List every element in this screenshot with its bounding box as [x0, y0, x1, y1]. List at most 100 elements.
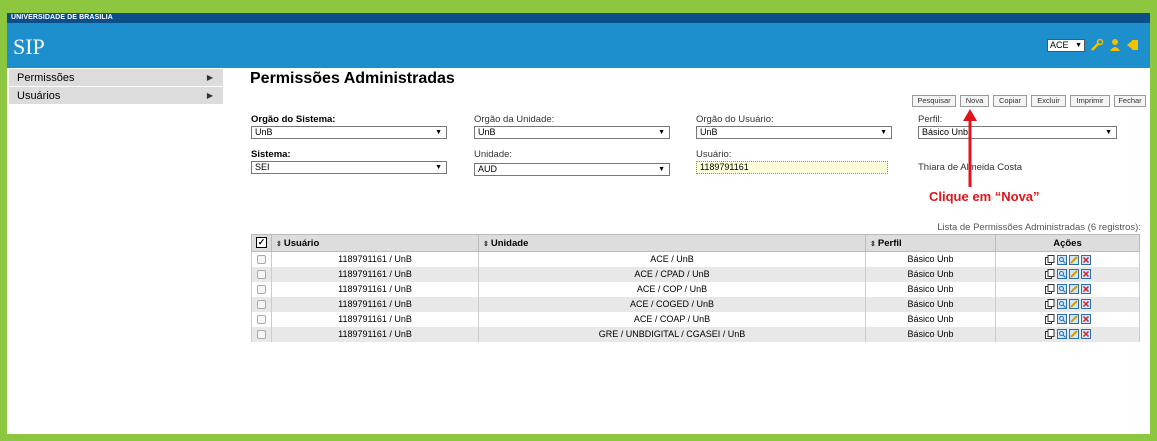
usuario-cell: 1189791161 / UnB	[271, 251, 479, 267]
usuario-cell: 1189791161 / UnB	[271, 281, 479, 297]
unidade-label: Unidade:	[474, 149, 513, 160]
perfil-cell: Básico Unb	[865, 326, 996, 342]
nova-button[interactable]: Nova	[960, 95, 989, 107]
orgao-sistema-select[interactable]: UnB ▼	[251, 126, 447, 139]
delete-icon[interactable]	[1080, 329, 1091, 340]
perfil-cell: Básico Unb	[865, 311, 996, 327]
imprimir-button[interactable]: Imprimir	[1070, 95, 1110, 107]
orgao-sistema-value: UnB	[255, 127, 273, 137]
acoes-cell	[995, 296, 1140, 312]
usuario-input[interactable]: 1189791161	[696, 161, 888, 174]
university-name: UNIVERSIDADE DE BRASILIA	[11, 14, 113, 21]
row-checkbox[interactable]	[257, 255, 266, 265]
acoes-column-header: Ações	[995, 234, 1140, 252]
user-icon[interactable]	[1108, 38, 1122, 52]
edit-icon[interactable]	[1068, 269, 1079, 280]
row-select-cell	[251, 296, 272, 312]
orgao-usuario-select[interactable]: UnB ▼	[696, 126, 892, 139]
acoes-cell	[995, 326, 1140, 342]
row-checkbox[interactable]	[257, 315, 266, 325]
edit-icon[interactable]	[1068, 284, 1079, 295]
row-checkbox[interactable]	[257, 330, 266, 340]
page-title: Permissões Administradas	[250, 70, 455, 87]
annotation-arrow	[963, 109, 977, 187]
app-logo[interactable]: SIP	[13, 34, 45, 60]
delete-icon[interactable]	[1080, 269, 1091, 280]
delete-icon[interactable]	[1080, 284, 1091, 295]
view-icon[interactable]	[1056, 314, 1067, 325]
pesquisar-button[interactable]: Pesquisar	[912, 95, 956, 107]
unidade-column-header[interactable]: ⇕ Unidade	[478, 234, 866, 252]
sort-icon: ⇕	[483, 240, 489, 248]
sistema-label: Sistema:	[251, 149, 291, 160]
unidade-cell: ACE / COAP / UnB	[478, 311, 866, 327]
orgao-sistema-label: Orgão do Sistema:	[251, 114, 336, 125]
delete-icon[interactable]	[1080, 314, 1091, 325]
delete-icon[interactable]	[1080, 254, 1091, 265]
fechar-button[interactable]: Fechar	[1114, 95, 1146, 107]
row-checkbox[interactable]	[257, 270, 266, 280]
copy-icon[interactable]	[1044, 284, 1055, 295]
sidebar: Permissões ▶ Usuários ▶	[9, 69, 223, 105]
edit-icon[interactable]	[1068, 299, 1079, 310]
edit-icon[interactable]	[1068, 329, 1079, 340]
delete-icon[interactable]	[1080, 299, 1091, 310]
org-select[interactable]: ACE ▼	[1047, 39, 1085, 52]
acoes-cell	[995, 266, 1140, 282]
copy-icon[interactable]	[1044, 299, 1055, 310]
copy-icon[interactable]	[1044, 269, 1055, 280]
perfil-label: Perfil:	[918, 114, 943, 125]
sistema-value: SEI	[255, 162, 270, 172]
view-icon[interactable]	[1056, 269, 1067, 280]
select-all-checkbox[interactable]: ✓	[256, 237, 267, 249]
tools-icon[interactable]	[1090, 38, 1104, 52]
app-window: UNIVERSIDADE DE BRASILIA SIP ACE ▼ Permi…	[7, 13, 1150, 434]
chevron-down-icon: ▼	[1075, 42, 1082, 49]
copy-icon[interactable]	[1044, 254, 1055, 265]
copy-icon[interactable]	[1044, 314, 1055, 325]
perfil-column-header[interactable]: ⇕ Perfil	[865, 234, 996, 252]
sistema-select[interactable]: SEI ▼	[251, 161, 447, 174]
perfil-header-label: Perfil	[877, 237, 902, 249]
orgao-unidade-select[interactable]: UnB ▼	[474, 126, 670, 139]
table-row: 1189791161 / UnB ACE / COP / UnB Básico Un…	[251, 281, 1140, 297]
table-body: 1189791161 / UnB ACE / UnB Básico Unb 11897…	[251, 251, 1140, 342]
unidade-value: AUD	[478, 164, 498, 174]
copiar-button[interactable]: Copiar	[993, 95, 1027, 107]
perfil-select[interactable]: Básico Unb ▼	[918, 126, 1117, 139]
perfil-cell: Básico Unb	[865, 296, 996, 312]
permissions-table: ✓ ⇕ Usuário ⇕ Unidade ⇕ Perfil Ações 118979…	[251, 234, 1140, 342]
excluir-button[interactable]: Excluir	[1031, 95, 1066, 107]
acoes-cell	[995, 281, 1140, 297]
view-icon[interactable]	[1056, 329, 1067, 340]
chevron-down-icon: ▼	[880, 129, 887, 136]
usuario-cell: 1189791161 / UnB	[271, 296, 479, 312]
view-icon[interactable]	[1056, 284, 1067, 295]
unidade-cell: ACE / UnB	[478, 251, 866, 267]
table-row: 1189791161 / UnB ACE / CPAD / UnB Básico U…	[251, 266, 1140, 282]
row-checkbox[interactable]	[257, 285, 266, 295]
sidebar-item-usuarios[interactable]: Usuários ▶	[9, 87, 223, 105]
row-select-cell	[251, 266, 272, 282]
sidebar-item-permissoes[interactable]: Permissões ▶	[9, 69, 223, 87]
view-icon[interactable]	[1056, 299, 1067, 310]
header-bar: SIP ACE ▼	[7, 23, 1150, 68]
usuario-column-header[interactable]: ⇕ Usuário	[271, 234, 479, 252]
exit-icon[interactable]	[1126, 38, 1140, 52]
unidade-select[interactable]: AUD ▼	[474, 163, 670, 176]
chevron-down-icon: ▼	[658, 129, 665, 136]
edit-icon[interactable]	[1068, 314, 1079, 325]
orgao-usuario-value: UnB	[700, 127, 718, 137]
perfil-cell: Básico Unb	[865, 251, 996, 267]
row-select-cell	[251, 251, 272, 267]
annotation-text: Clique em “Nova”	[929, 189, 1040, 204]
copy-icon[interactable]	[1044, 329, 1055, 340]
unidade-cell: ACE / COP / UnB	[478, 281, 866, 297]
chevron-down-icon: ▼	[1105, 129, 1112, 136]
chevron-down-icon: ▼	[435, 164, 442, 171]
edit-icon[interactable]	[1068, 254, 1079, 265]
usuario-cell: 1189791161 / UnB	[271, 266, 479, 282]
row-checkbox[interactable]	[257, 300, 266, 310]
view-icon[interactable]	[1056, 254, 1067, 265]
table-header-row: ✓ ⇕ Usuário ⇕ Unidade ⇕ Perfil Ações	[251, 234, 1140, 252]
